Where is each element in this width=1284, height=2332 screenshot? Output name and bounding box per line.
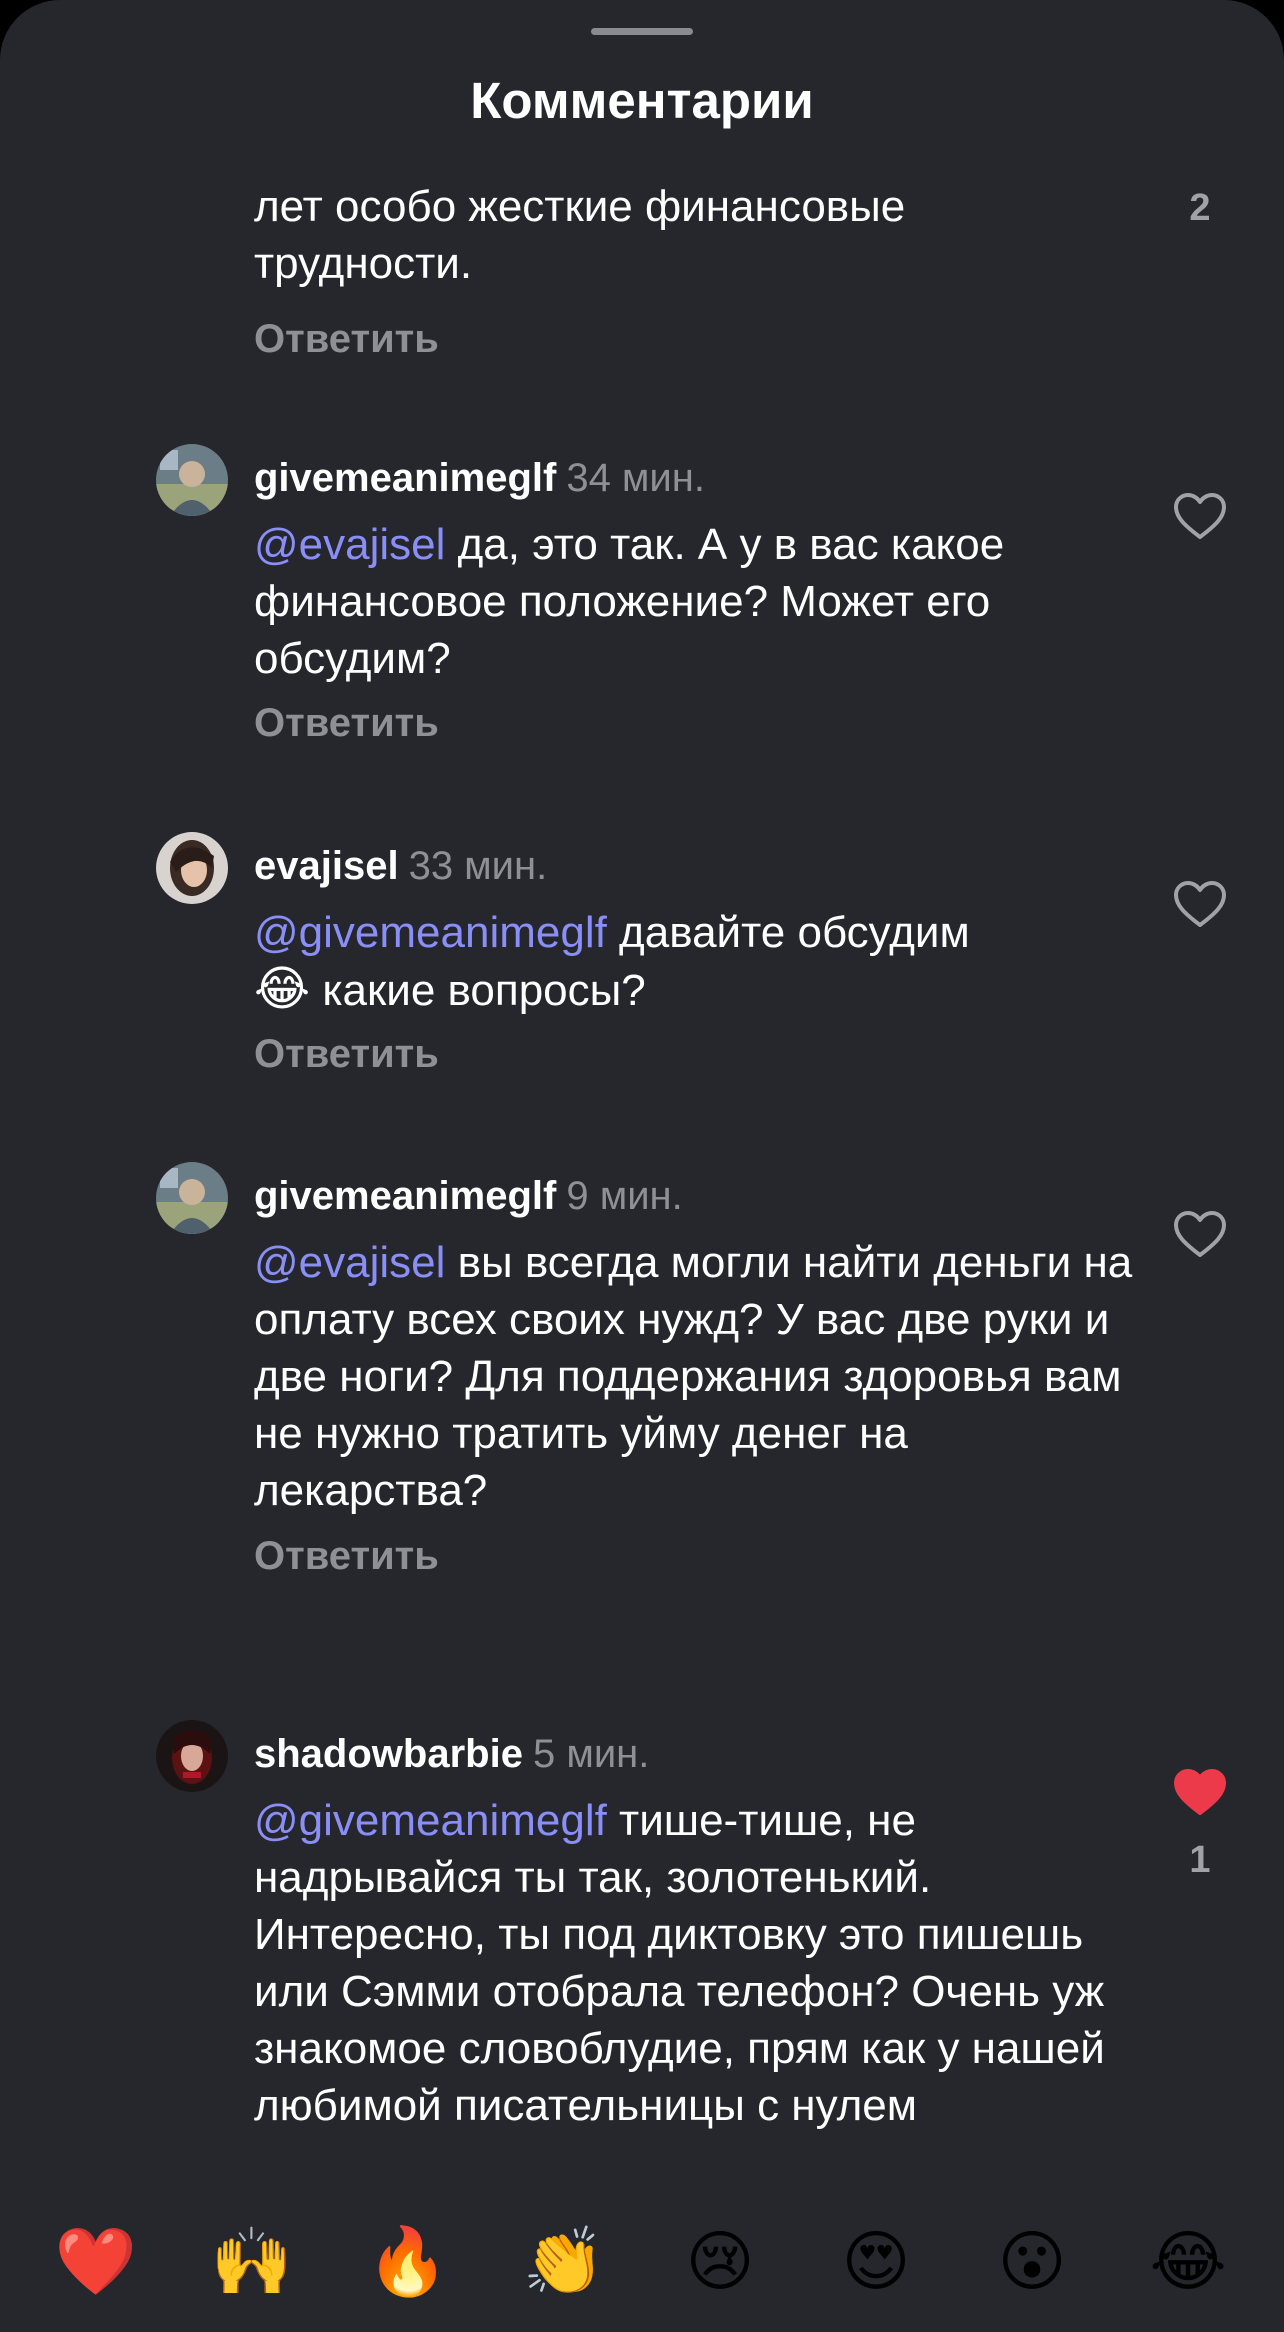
comment-text-line: трудности. — [254, 239, 473, 288]
heart-outline-icon[interactable] — [1172, 1208, 1228, 1260]
comment-time: 33 мин. — [408, 844, 548, 888]
mention-link[interactable]: @evajisel — [254, 520, 445, 569]
quick-reaction-bar: ❤️ 🙌 🔥 👏 😢 😍 😮 😂 — [0, 2190, 1284, 2332]
comment-text: @evajisel да, это так. А у в вас какое ф… — [254, 516, 1134, 687]
username[interactable]: shadowbarbie — [254, 1732, 523, 1776]
comment-text-content: тише-тише, не надрывайся ты так, золотен… — [254, 1796, 1105, 2130]
comment-time: 34 мин. — [566, 456, 705, 500]
comment-text: @givemeanimeglf тише-тише, не надрывайся… — [254, 1792, 1134, 2134]
mention-link[interactable]: @givemeanimeglf — [254, 1796, 607, 1845]
comment-text: лет особо жесткие финансовые трудности. — [254, 178, 1134, 292]
comment-meta: evajisel 33 мин. — [254, 840, 547, 892]
reply-button[interactable]: Ответить — [254, 313, 439, 365]
crying-face-emoji-icon[interactable]: 😢 — [665, 2206, 775, 2316]
comment-time: 5 мин. — [532, 1732, 650, 1776]
like-count: 1 — [1189, 1839, 1211, 1881]
avatar[interactable] — [156, 1162, 228, 1234]
comments-list[interactable]: лет особо жесткие финансовые трудности. … — [0, 168, 1284, 2158]
reply-button[interactable]: Ответить — [254, 1028, 439, 1080]
username[interactable]: givemeanimeglf — [254, 456, 556, 500]
heart-eyes-emoji-icon[interactable]: 😍 — [821, 2206, 931, 2316]
surprised-face-emoji-icon[interactable]: 😮 — [977, 2206, 1087, 2316]
avatar[interactable] — [156, 1720, 228, 1792]
reply-button[interactable]: Ответить — [254, 697, 439, 749]
comment-time: 9 мин. — [566, 1174, 683, 1218]
avatar[interactable] — [156, 832, 228, 904]
comment-meta: givemeanimeglf 34 мин. — [254, 452, 705, 504]
fire-emoji-icon[interactable]: 🔥 — [353, 2206, 463, 2316]
heart-filled-icon[interactable] — [1172, 1766, 1228, 1818]
face-with-tears-of-joy-icon: 😂 — [254, 963, 311, 1016]
comment-text-content: какие вопросы? — [310, 966, 646, 1015]
comments-sheet: Комментарии лет особо жесткие финансовые… — [0, 0, 1284, 2332]
clapping-hands-emoji-icon[interactable]: 👏 — [509, 2206, 619, 2316]
comment-text: @givemeanimeglf давайте обсудим 😂 какие … — [254, 904, 1134, 1019]
comment-text-line: лет особо жесткие финансовые — [254, 182, 906, 231]
comment-meta: givemeanimeglf 9 мин. — [254, 1170, 683, 1222]
comment-text-content: давайте обсудим — [606, 908, 970, 957]
reply-button[interactable]: Ответить — [254, 1530, 439, 1582]
tears-of-joy-emoji-icon[interactable]: 😂 — [1133, 2206, 1243, 2316]
red-heart-emoji-icon[interactable]: ❤️ — [41, 2206, 151, 2316]
username[interactable]: givemeanimeglf — [254, 1174, 556, 1218]
heart-outline-icon[interactable] — [1172, 878, 1228, 930]
heart-outline-icon[interactable] — [1172, 490, 1228, 542]
mention-link[interactable]: @evajisel — [254, 1238, 445, 1287]
comment-text: @evajisel вы всегда могли найти деньги н… — [254, 1234, 1134, 1519]
mention-link[interactable]: @givemeanimeglf — [254, 908, 607, 957]
comment-meta: shadowbarbie 5 мин. — [254, 1728, 649, 1780]
avatar[interactable] — [156, 444, 228, 516]
sheet-grabber[interactable] — [591, 28, 693, 35]
like-count: 2 — [1189, 187, 1211, 229]
username[interactable]: evajisel — [254, 844, 399, 888]
sheet-title: Комментарии — [470, 72, 814, 129]
raising-hands-emoji-icon[interactable]: 🙌 — [197, 2206, 307, 2316]
